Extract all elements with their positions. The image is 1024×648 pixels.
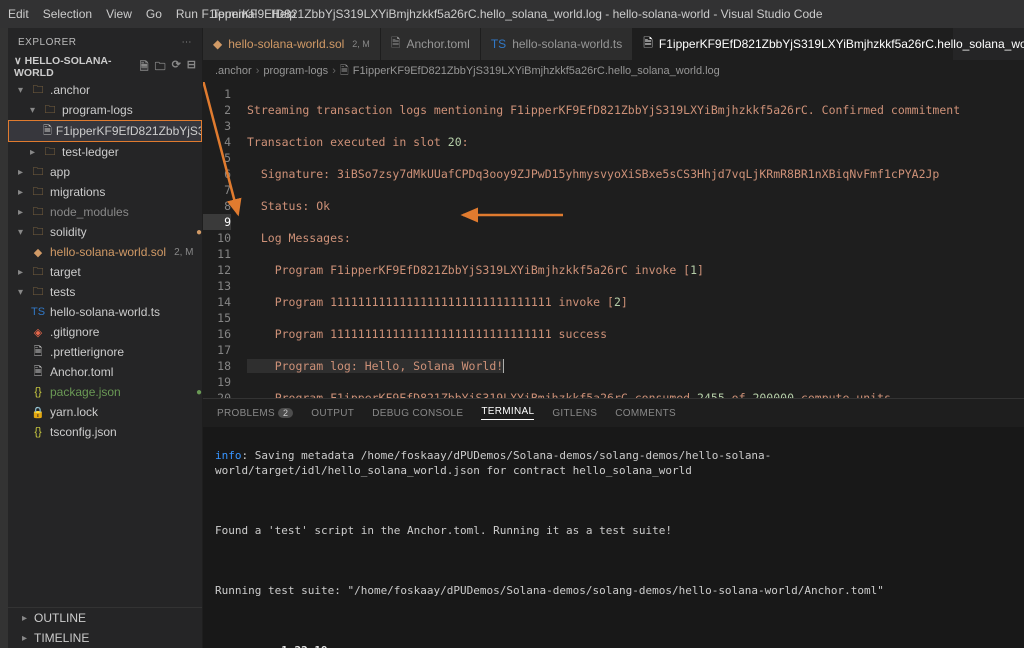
file-anchor-toml[interactable]: 🗎Anchor.toml: [8, 362, 202, 382]
editor-area: ◆hello-solana-world.sol2, M 🗎Anchor.toml…: [203, 28, 1024, 648]
file-sol[interactable]: ◆hello-solana-world.sol2, M: [8, 242, 202, 262]
editor-tabs: ◆hello-solana-world.sol2, M 🗎Anchor.toml…: [203, 28, 1024, 60]
file-package-json[interactable]: {}package.json●: [8, 382, 202, 402]
code-content[interactable]: Streaming transaction logs mentioning F1…: [239, 82, 1024, 398]
panel-tab-gitlens[interactable]: GITLENS: [552, 408, 597, 419]
timeline-section[interactable]: ▸TIMELINE: [8, 628, 202, 648]
panel-tab-terminal[interactable]: TERMINAL: [481, 406, 534, 420]
file-yarn-lock[interactable]: 🔒yarn.lock: [8, 402, 202, 422]
file-gitignore[interactable]: ◈.gitignore: [8, 322, 202, 342]
file-tsconfig[interactable]: {}tsconfig.json: [8, 422, 202, 442]
collapse-icon[interactable]: ⊟: [187, 58, 196, 77]
menu-view[interactable]: View: [106, 7, 132, 21]
tab-anchor-toml[interactable]: 🗎Anchor.toml: [381, 28, 481, 60]
panel-tab-comments[interactable]: COMMENTS: [615, 408, 676, 419]
folder-migrations[interactable]: ▸🗀migrations: [8, 182, 202, 202]
sidebar: EXPLORER ⋯ ∨ HELLO-SOLANA-WORLD 🗎 🗀 ⟳ ⊟ …: [8, 28, 203, 648]
menu-go[interactable]: Go: [146, 7, 162, 21]
file-tree: ▾🗀.anchor ▾🗀program-logs 🗎F1ipperKF9EfD8…: [8, 78, 202, 607]
panel-tab-output[interactable]: OUTPUT: [311, 408, 354, 419]
explorer-label: EXPLORER: [18, 37, 76, 48]
folder-anchor[interactable]: ▾🗀.anchor: [8, 80, 202, 100]
new-file-icon[interactable]: 🗎: [140, 58, 149, 77]
menu-edit[interactable]: Edit: [8, 7, 29, 21]
folder-app[interactable]: ▸🗀app: [8, 162, 202, 182]
file-log-selected[interactable]: 🗎F1ipperKF9EfD821ZbbYjS31...: [8, 120, 202, 142]
terminal-output[interactable]: info: Saving metadata /home/foskaay/dPUD…: [203, 427, 1024, 648]
tab-ts[interactable]: TShello-solana-world.ts: [481, 28, 633, 60]
menu-terminal[interactable]: Terminal: [212, 7, 257, 21]
file-prettierignore[interactable]: 🗎.prettierignore: [8, 342, 202, 362]
file-tests-ts[interactable]: TShello-solana-world.ts: [8, 302, 202, 322]
titlebar: Edit Selection View Go Run Terminal Help…: [0, 0, 1024, 28]
tab-log-active[interactable]: 🗎F1ipperKF9EfD821ZbbYjS319LXYiBmjhzkkf5a…: [633, 28, 953, 60]
folder-solidity[interactable]: ▾🗀solidity ●: [8, 222, 202, 242]
panel-tab-debug[interactable]: DEBUG CONSOLE: [372, 408, 463, 419]
refresh-icon[interactable]: ⟳: [172, 58, 181, 77]
bottom-panel: PROBLEMS2 OUTPUT DEBUG CONSOLE TERMINAL …: [203, 398, 1024, 648]
menu-run[interactable]: Run: [176, 7, 198, 21]
tab-sol[interactable]: ◆hello-solana-world.sol2, M: [203, 28, 381, 60]
menu-help[interactable]: Help: [271, 7, 296, 21]
line-gutter: 1234 5678 9101112 13141516 17181920 2122…: [203, 82, 239, 398]
panel-tabs: PROBLEMS2 OUTPUT DEBUG CONSOLE TERMINAL …: [203, 399, 1024, 427]
menubar: Edit Selection View Go Run Terminal Help: [8, 7, 296, 21]
outline-section[interactable]: ▸OUTLINE: [8, 608, 202, 628]
panel-tab-problems[interactable]: PROBLEMS2: [217, 408, 293, 419]
activity-bar: [0, 28, 8, 648]
breadcrumb[interactable]: .anchor› program-logs› 🗎F1ipperKF9EfD821…: [203, 60, 1024, 82]
more-icon[interactable]: ⋯: [182, 37, 193, 48]
folder-program-logs[interactable]: ▾🗀program-logs: [8, 100, 202, 120]
folder-node-modules[interactable]: ▸🗀node_modules: [8, 202, 202, 222]
new-folder-icon[interactable]: 🗀: [155, 58, 166, 77]
code-editor[interactable]: 1234 5678 9101112 13141516 17181920 2122…: [203, 82, 1024, 398]
project-header[interactable]: ∨ HELLO-SOLANA-WORLD 🗎 🗀 ⟳ ⊟: [8, 56, 202, 78]
folder-tests[interactable]: ▾🗀tests: [8, 282, 202, 302]
folder-target[interactable]: ▸🗀target: [8, 262, 202, 282]
menu-selection[interactable]: Selection: [43, 7, 92, 21]
folder-test-ledger[interactable]: ▸🗀test-ledger: [8, 142, 202, 162]
